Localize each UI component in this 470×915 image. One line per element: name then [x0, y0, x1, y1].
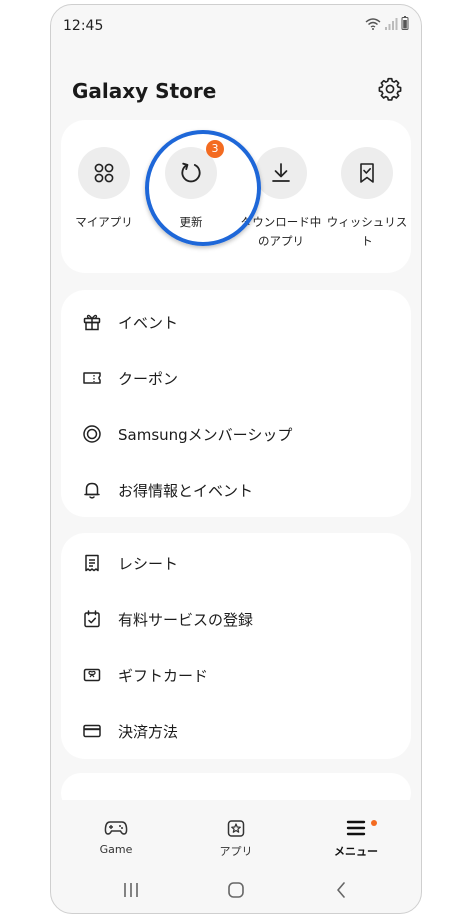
- status-time: 12:45: [63, 18, 104, 34]
- quick-wishlist[interactable]: ウィッシュリスト: [323, 147, 411, 251]
- quick-updates[interactable]: 3 更新: [156, 140, 226, 232]
- menu-group-2: レシート 有料サービスの登録 ギフトカード 決済方法: [61, 533, 411, 759]
- nav-menu-label: メニュー: [334, 845, 378, 858]
- home-icon[interactable]: [226, 880, 246, 900]
- wifi-icon: [365, 18, 381, 30]
- credit-card-icon: [83, 724, 101, 738]
- menu-group-1: イベント クーポン Samsungメンバーシップ お得情報とイベント: [61, 290, 411, 517]
- quick-wishlist-circle: [341, 147, 393, 199]
- signal-icon: [385, 18, 398, 30]
- quick-my-apps[interactable]: マイアプリ: [69, 147, 139, 232]
- nav-apps[interactable]: アプリ: [196, 818, 276, 859]
- menu-item-gift-card[interactable]: ギフトカード: [61, 647, 411, 703]
- bottom-nav: Game アプリ メニュー: [51, 800, 421, 865]
- menu-item-label: イベント: [118, 313, 179, 332]
- gift-card-icon: [83, 668, 101, 682]
- menu-item-subscriptions[interactable]: 有料サービスの登録: [61, 591, 411, 647]
- quick-wishlist-label: ウィッシュリスト: [326, 215, 408, 248]
- quick-updates-circle: 3: [165, 140, 224, 199]
- quick-downloading-circle: [255, 147, 307, 199]
- gear-icon[interactable]: [377, 76, 403, 102]
- battery-icon: [401, 16, 409, 30]
- gamepad-icon: [104, 821, 128, 835]
- menu-item-payment[interactable]: 決済方法: [61, 703, 411, 759]
- refresh-icon: [181, 162, 201, 183]
- app-header: Galaxy Store: [51, 71, 421, 111]
- star-square-icon: [227, 820, 245, 837]
- bookmark-heart-icon: [360, 163, 374, 183]
- membership-icon: [83, 425, 101, 443]
- apps-grid-icon: [94, 163, 114, 183]
- status-bar: 12:45: [51, 5, 421, 45]
- subscription-calendar-icon: [84, 610, 100, 628]
- phone-frame: 12:45 Galaxy Store マイアプリ 3 更新 ダウンロード中のアプ…: [50, 4, 422, 914]
- menu-item-label: 有料サービスの登録: [118, 610, 254, 629]
- quick-my-apps-label: マイアプリ: [75, 215, 133, 229]
- quick-downloading-label: ダウンロード中のアプリ: [240, 215, 322, 248]
- quick-actions-card: マイアプリ 3 更新 ダウンロード中のアプリ ウィッシュリスト: [61, 120, 411, 273]
- quick-downloading[interactable]: ダウンロード中のアプリ: [241, 147, 321, 251]
- system-nav-bar: [51, 871, 421, 911]
- menu-item-event[interactable]: イベント: [61, 294, 411, 350]
- gift-icon: [83, 314, 101, 331]
- download-icon: [272, 163, 290, 182]
- menu-notification-dot: [371, 820, 377, 826]
- menu-item-label: レシート: [118, 554, 179, 573]
- menu-item-label: クーポン: [118, 369, 179, 388]
- quick-updates-label: 更新: [179, 215, 203, 229]
- quick-my-apps-circle: [78, 147, 130, 199]
- menu-item-coupon[interactable]: クーポン: [61, 350, 411, 406]
- nav-game-label: Game: [99, 843, 133, 856]
- nav-menu[interactable]: メニュー: [316, 818, 396, 859]
- menu-icon: [346, 820, 366, 836]
- menu-item-label: 決済方法: [118, 722, 179, 741]
- menu-item-label: ギフトカード: [118, 666, 209, 685]
- menu-item-label: お得情報とイベント: [118, 481, 254, 500]
- coupon-icon: [83, 372, 101, 384]
- menu-item-receipt[interactable]: レシート: [61, 535, 411, 591]
- page-title: Galaxy Store: [72, 79, 217, 103]
- nav-apps-label: アプリ: [219, 845, 253, 858]
- nav-game[interactable]: Game: [76, 818, 156, 856]
- menu-item-deals[interactable]: お得情報とイベント: [61, 462, 411, 518]
- menu-item-label: Samsungメンバーシップ: [118, 425, 293, 444]
- back-icon[interactable]: [331, 880, 351, 900]
- status-icons: [365, 16, 409, 30]
- receipt-icon: [85, 554, 99, 572]
- bell-icon: [84, 482, 100, 499]
- menu-item-membership[interactable]: Samsungメンバーシップ: [61, 406, 411, 462]
- recent-apps-icon[interactable]: [121, 881, 141, 899]
- update-count-badge: 3: [206, 140, 224, 158]
